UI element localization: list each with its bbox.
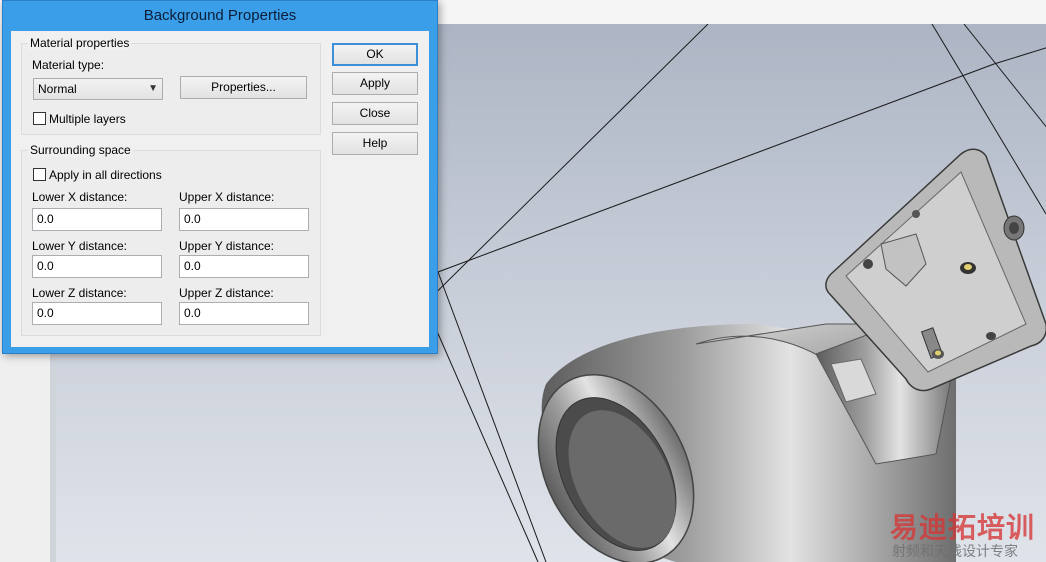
dialog-title[interactable]: Background Properties bbox=[3, 1, 437, 31]
multiple-layers-checkbox[interactable] bbox=[33, 112, 46, 125]
properties-button[interactable]: Properties... bbox=[180, 76, 307, 99]
surrounding-space-label: Surrounding space bbox=[28, 143, 133, 157]
apply-all-directions-checkbox[interactable] bbox=[33, 168, 46, 181]
multiple-layers-label: Multiple layers bbox=[49, 112, 126, 126]
close-button[interactable]: Close bbox=[332, 102, 418, 125]
upper-x-input[interactable]: 0.0 bbox=[179, 208, 309, 231]
chevron-down-icon: ▼ bbox=[148, 83, 158, 94]
lower-z-label: Lower Z distance: bbox=[32, 286, 127, 300]
material-type-select[interactable]: Normal ▼ bbox=[33, 78, 163, 100]
lower-y-label: Lower Y distance: bbox=[32, 239, 127, 253]
upper-z-input[interactable]: 0.0 bbox=[179, 302, 309, 325]
lower-y-input[interactable]: 0.0 bbox=[32, 255, 162, 278]
material-type-value: Normal bbox=[38, 82, 77, 96]
lower-x-label: Lower X distance: bbox=[32, 190, 128, 204]
upper-y-label: Upper Y distance: bbox=[179, 239, 274, 253]
upper-z-label: Upper Z distance: bbox=[179, 286, 274, 300]
apply-button[interactable]: Apply bbox=[332, 72, 418, 95]
lower-x-input[interactable]: 0.0 bbox=[32, 208, 162, 231]
apply-all-directions-label: Apply in all directions bbox=[49, 168, 162, 182]
lower-z-input[interactable]: 0.0 bbox=[32, 302, 162, 325]
material-type-label: Material type: bbox=[32, 58, 105, 72]
watermark-brand: 易迪拓培训 bbox=[890, 511, 1036, 544]
upper-x-label: Upper X distance: bbox=[179, 190, 275, 204]
ok-button[interactable]: OK bbox=[332, 43, 418, 66]
material-properties-group: Material properties Material type: Norma… bbox=[21, 36, 321, 135]
upper-y-input[interactable]: 0.0 bbox=[179, 255, 309, 278]
surrounding-space-group: Surrounding space Apply in all direction… bbox=[21, 143, 321, 336]
dialog-client-area: Material properties Material type: Norma… bbox=[11, 31, 429, 347]
help-button[interactable]: Help bbox=[332, 132, 418, 155]
background-properties-dialog: Background Properties Material propertie… bbox=[2, 0, 438, 354]
watermark-tagline: 射频和天线设计专家 bbox=[892, 544, 1018, 560]
material-properties-label: Material properties bbox=[28, 36, 132, 50]
